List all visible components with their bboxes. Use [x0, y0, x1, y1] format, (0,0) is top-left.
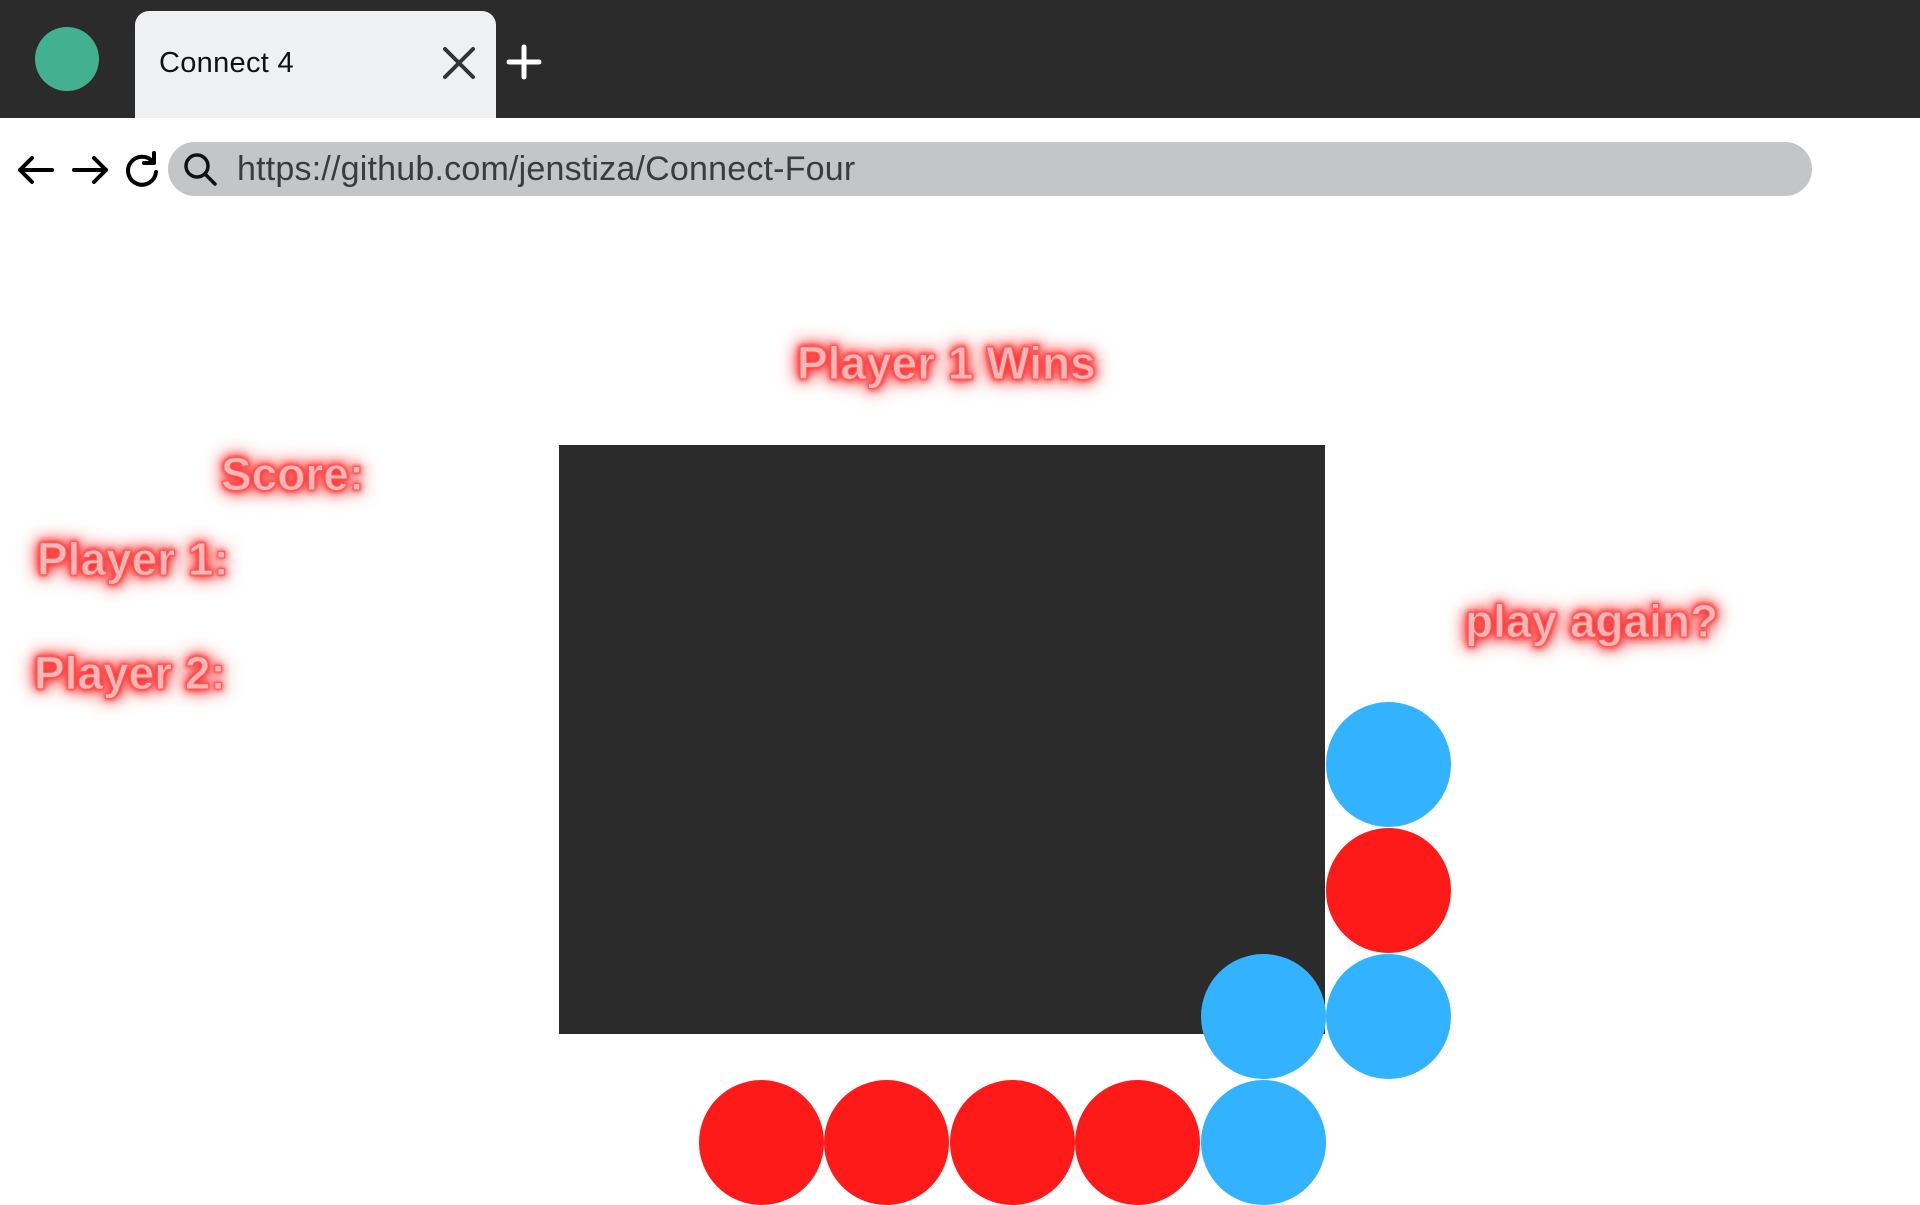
reload-icon[interactable]: [120, 148, 164, 192]
arrow-right-icon[interactable]: [68, 148, 112, 192]
profile-dot-icon[interactable]: [35, 27, 99, 91]
game-piece-blue: [1326, 702, 1451, 827]
close-icon[interactable]: [441, 45, 477, 81]
game-piece-red: [824, 1080, 949, 1205]
address-bar[interactable]: https://github.com/jenstiza/Connect-Four: [168, 142, 1812, 196]
game-piece-blue: [1200, 954, 1326, 1079]
browser-tab-strip: Connect 4: [0, 0, 1920, 118]
game-piece-red: [698, 1080, 824, 1205]
plus-icon[interactable]: [506, 44, 542, 80]
game-piece-blue: [1200, 1080, 1326, 1205]
game-piece-blue: [1326, 954, 1451, 1079]
search-icon: [184, 153, 217, 186]
game-piece-red: [1075, 1080, 1200, 1205]
game-board[interactable]: [559, 445, 1451, 1205]
tab-connect-4[interactable]: Connect 4: [135, 11, 496, 118]
url-text[interactable]: https://github.com/jenstiza/Connect-Four: [237, 150, 855, 189]
game-status: Player 1 Wins: [797, 337, 1097, 390]
game-piece-red: [949, 1080, 1075, 1205]
player1-score-label: Player 1:: [37, 533, 230, 586]
score-label: Score:: [220, 448, 365, 501]
tab-title: Connect 4: [159, 47, 294, 79]
play-again-button[interactable]: play again?: [1464, 594, 1718, 648]
player2-score-label: Player 2:: [34, 647, 227, 700]
game-piece-red: [1326, 828, 1451, 953]
navigation-bar: https://github.com/jenstiza/Connect-Four: [0, 118, 1920, 218]
arrow-left-icon[interactable]: [14, 148, 58, 192]
